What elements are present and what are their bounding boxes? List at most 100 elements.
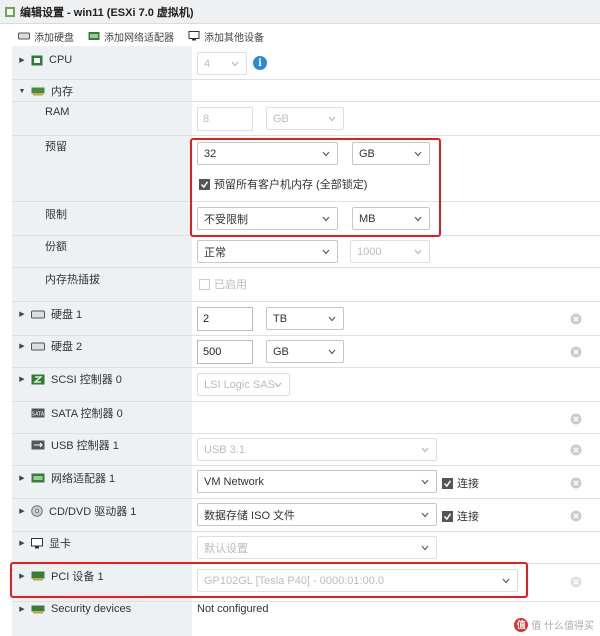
cpu-value: 4 [204,57,211,70]
hotplug-checkbox[interactable]: 已启用 [199,276,247,292]
expand-arrow-icon[interactable]: ▶ [17,572,27,580]
chevron-down-icon [421,512,429,518]
nic-connect-checkbox[interactable]: 连接 [442,475,479,491]
ram-row: RAM 8 GB [12,102,600,136]
disk1-size-input[interactable]: 2 [197,307,253,331]
add-other-label: 添加其他设备 [204,32,264,44]
security-row: ▶ Security devices Not configured [12,602,600,630]
sata-controller-icon: SATA [31,408,45,418]
collapse-arrow-icon[interactable]: ▼ [17,88,27,95]
memory-label[interactable]: ▼ 内存 [12,80,192,102]
add-other-device-button[interactable]: 添加其他设备 [188,29,264,44]
remove-icon[interactable] [570,477,582,489]
watermark-logo-icon: 值 [514,617,529,632]
usb-label: USB 控制器 1 [12,434,192,456]
svg-text:SATA: SATA [32,412,45,418]
gpu-label[interactable]: ▶ 显卡 [12,532,192,554]
expand-arrow-icon[interactable]: ▶ [17,474,27,482]
gpu-row: ▶ 显卡 默认设置 [12,532,600,564]
pci-device-select[interactable]: GP102GL [Tesla P40] - 0000:01:00.0 [197,569,518,592]
expand-arrow-icon[interactable]: ▶ [17,605,27,613]
scsi-type-value: LSI Logic SAS [204,378,275,391]
scsi-controller-icon [31,374,45,385]
remove-icon[interactable] [570,413,582,425]
shares-select[interactable]: 正常 [197,240,338,263]
add-nic-button[interactable]: 添加网络适配器 [88,29,174,44]
disk2-row: ▶ 硬盘 2 500 GB [12,336,600,368]
pci-label[interactable]: ▶ PCI 设备 1 [12,564,192,588]
expand-arrow-icon[interactable]: ▶ [17,539,27,547]
disk2-label[interactable]: ▶ 硬盘 2 [12,336,192,356]
shares-label: 份额 [45,241,67,253]
add-disk-button[interactable]: 添加硬盘 [18,29,74,44]
shares-amount-select[interactable]: 1000 [350,240,430,263]
hard-disk-icon [31,342,45,351]
expand-arrow-icon[interactable]: ▶ [17,56,27,64]
security-value: Not configured [197,603,269,615]
remove-icon[interactable] [570,576,582,588]
scsi-label-text: SCSI 控制器 0 [51,374,122,386]
chevron-down-icon [322,249,330,255]
usb-type-select[interactable]: USB 3.1 [197,438,437,461]
reserve-select[interactable]: 32 [197,142,338,165]
cpu-select[interactable]: 4 [197,52,247,75]
limit-unit-select[interactable]: MB [352,207,430,230]
remove-icon[interactable] [570,444,582,456]
expand-arrow-icon[interactable]: ▶ [17,342,27,350]
chevron-down-icon [421,447,429,453]
nic-label[interactable]: ▶ 网络适配器 1 [12,466,192,490]
hard-disk-icon [31,310,45,319]
remove-icon[interactable] [570,313,582,325]
watermark: 值 值 什么值得买 [514,617,594,632]
disk-icon [18,32,30,40]
monitor-icon [188,31,200,41]
vm-settings-icon [5,6,15,17]
limit-select[interactable]: 不受限制 [197,207,338,230]
security-device-icon [31,605,45,614]
reserve-unit-select[interactable]: GB [352,142,430,165]
cdrom-connect-label: 连接 [457,511,479,523]
ram-unit-select[interactable]: GB [266,107,344,130]
gpu-label-text: 显卡 [49,538,71,550]
expand-arrow-icon[interactable]: ▶ [17,310,27,318]
nic-network-select[interactable]: VM Network [197,470,437,493]
cdrom-row: ▶ CD/DVD 驱动器 1 数据存储 ISO 文件 连接 [12,499,600,532]
disk1-row: ▶ 硬盘 1 2 TB [12,302,600,336]
scsi-label[interactable]: ▶ SCSI 控制器 0 [12,368,192,390]
disk1-label-text: 硬盘 1 [51,309,83,321]
info-icon[interactable]: i [253,56,267,70]
limit-value: 不受限制 [204,213,248,226]
reserve-all-memory-checkbox[interactable]: 预留所有客户机内存 (全部锁定) [199,176,367,192]
hotplug-enabled-label: 已启用 [214,279,247,291]
dialog-title: 编辑设置 - win11 (ESXi 7.0 虚拟机) [20,6,194,19]
expand-arrow-icon[interactable]: ▶ [17,507,27,515]
cdrom-label[interactable]: ▶ CD/DVD 驱动器 1 [12,499,192,523]
gpu-settings-value: 默认设置 [204,542,248,555]
disk1-label[interactable]: ▶ 硬盘 1 [12,302,192,326]
ram-unit-value: GB [273,112,289,125]
usb-label-text: USB 控制器 1 [51,440,119,452]
security-label[interactable]: ▶ Security devices [12,602,192,616]
cpu-label[interactable]: ▶ CPU [12,46,192,74]
scsi-type-select[interactable]: LSI Logic SAS [197,373,290,396]
ram-input[interactable]: 8 [197,107,253,131]
disk2-size-input[interactable]: 500 [197,340,253,364]
ram-label: RAM [45,106,70,118]
cdrom-connect-checkbox[interactable]: 连接 [442,508,479,524]
chevron-down-icon [322,151,330,157]
watermark-text: 值 什么值得买 [531,621,594,632]
hotplug-label: 内存热插拔 [45,274,100,286]
disk2-unit-select[interactable]: GB [266,340,344,363]
gpu-settings-select[interactable]: 默认设置 [197,536,437,559]
remove-icon[interactable] [570,510,582,522]
disk1-unit-select[interactable]: TB [266,307,344,330]
pci-label-text: PCI 设备 1 [51,571,104,583]
expand-arrow-icon[interactable]: ▶ [17,375,27,383]
reserve-label: 预留 [45,141,67,153]
chevron-down-icon [414,151,422,157]
cdrom-media-select[interactable]: 数据存储 ISO 文件 [197,503,437,526]
chevron-down-icon [322,216,330,222]
reserve-value: 32 [204,147,217,160]
cdrom-media-value: 数据存储 ISO 文件 [204,509,296,522]
remove-icon[interactable] [570,346,582,358]
